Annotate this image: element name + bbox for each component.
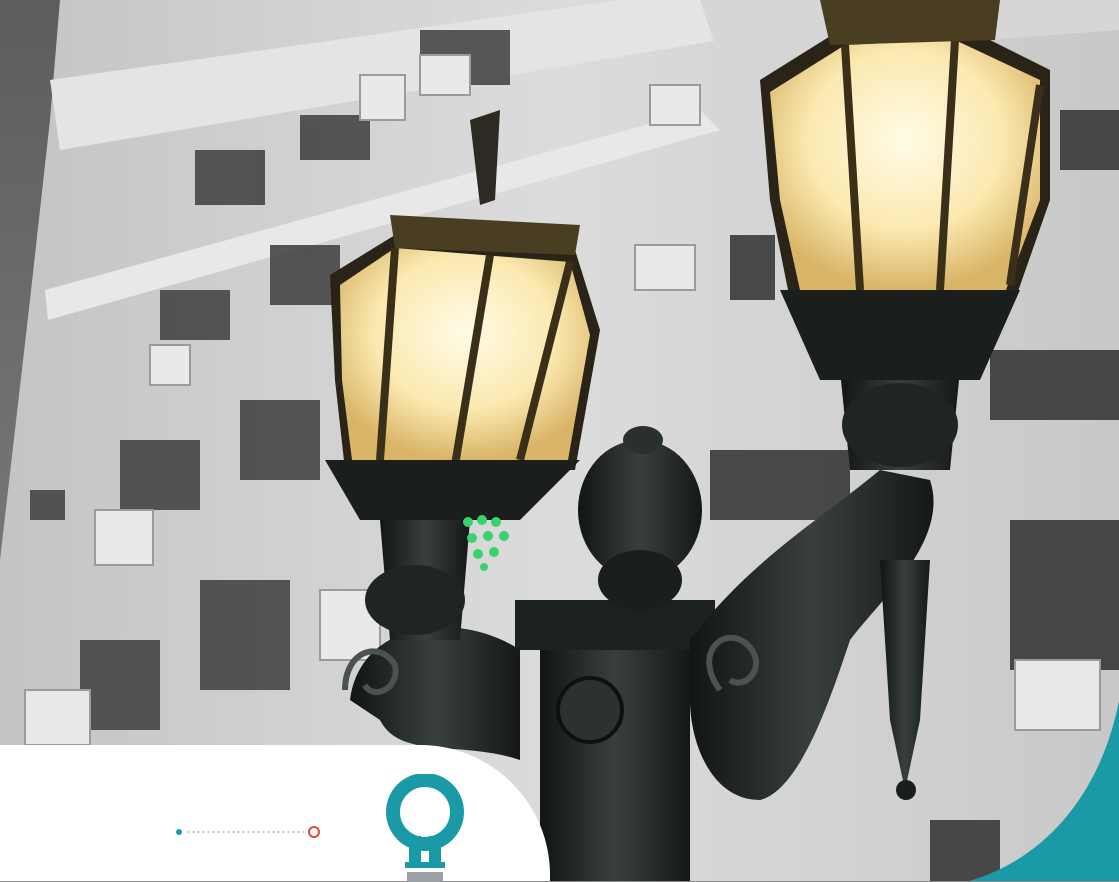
ring-icon	[308, 826, 320, 838]
dot-icon	[176, 829, 182, 835]
led-cluster	[463, 515, 509, 571]
lightbulb-ring-icon	[386, 774, 464, 882]
progress-indicator	[176, 826, 326, 838]
teal-corner-shape	[969, 701, 1119, 881]
info-card	[0, 745, 550, 881]
dotted-track	[186, 831, 304, 833]
